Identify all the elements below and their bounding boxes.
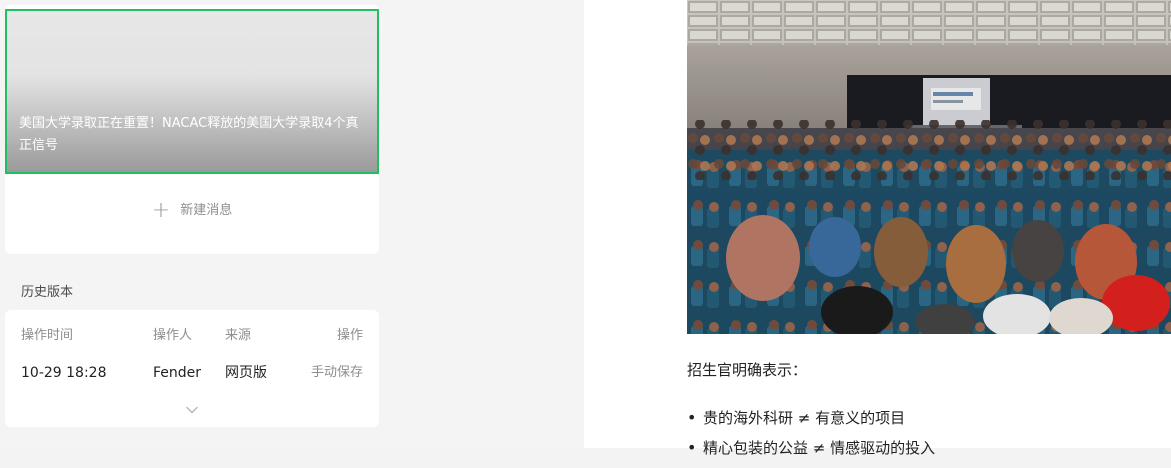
article-cover[interactable]: 美国大学录取正在重置！NACAC释放的美国大学录取4个真正信号 <box>5 9 379 174</box>
article-cover-title[interactable]: 美国大学录取正在重置！NACAC释放的美国大学录取4个真正信号 <box>19 113 361 157</box>
new-message-button[interactable]: + 新建消息 <box>5 200 379 222</box>
conference-photo <box>687 0 1171 334</box>
article-lead: 招生官明确表示： <box>687 361 808 379</box>
article-preview: 招生官明确表示： 贵的海外科研 ≠ 有意义的项目 精心包装的公益 ≠ 情感驱动的… <box>584 0 1171 458</box>
history-header-action: 操作 <box>336 328 363 343</box>
history-action[interactable]: 手动保存 <box>311 363 363 383</box>
history-header-operator: 操作人 <box>153 328 193 343</box>
history-card: 操作时间 操作人 来源 操作 10-29 18:28 Fender 网页版 手动… <box>5 310 379 427</box>
plus-icon[interactable]: + <box>152 200 170 222</box>
history-header-source: 来源 <box>225 328 252 343</box>
history-title: 历史版本 <box>21 285 74 300</box>
history-source: 网页版 <box>225 365 267 381</box>
bullet-item: 贵的海外科研 ≠ 有意义的项目 <box>687 408 935 428</box>
chevron-down-icon[interactable] <box>186 404 198 416</box>
article-card: 美国大学录取正在重置！NACAC释放的美国大学录取4个真正信号 + 新建消息 <box>5 5 379 254</box>
editor-sidebar: 美国大学录取正在重置！NACAC释放的美国大学录取4个真正信号 + 新建消息 历… <box>0 0 584 448</box>
article-bullets: 贵的海外科研 ≠ 有意义的项目 精心包装的公益 ≠ 情感驱动的投入 <box>687 408 935 468</box>
history-header-time: 操作时间 <box>21 328 74 343</box>
history-time: 10-29 18:28 <box>21 365 107 381</box>
bullet-item: 精心包装的公益 ≠ 情感驱动的投入 <box>687 438 935 458</box>
history-operator: Fender <box>153 365 202 381</box>
new-message-label[interactable]: 新建消息 <box>180 203 232 218</box>
